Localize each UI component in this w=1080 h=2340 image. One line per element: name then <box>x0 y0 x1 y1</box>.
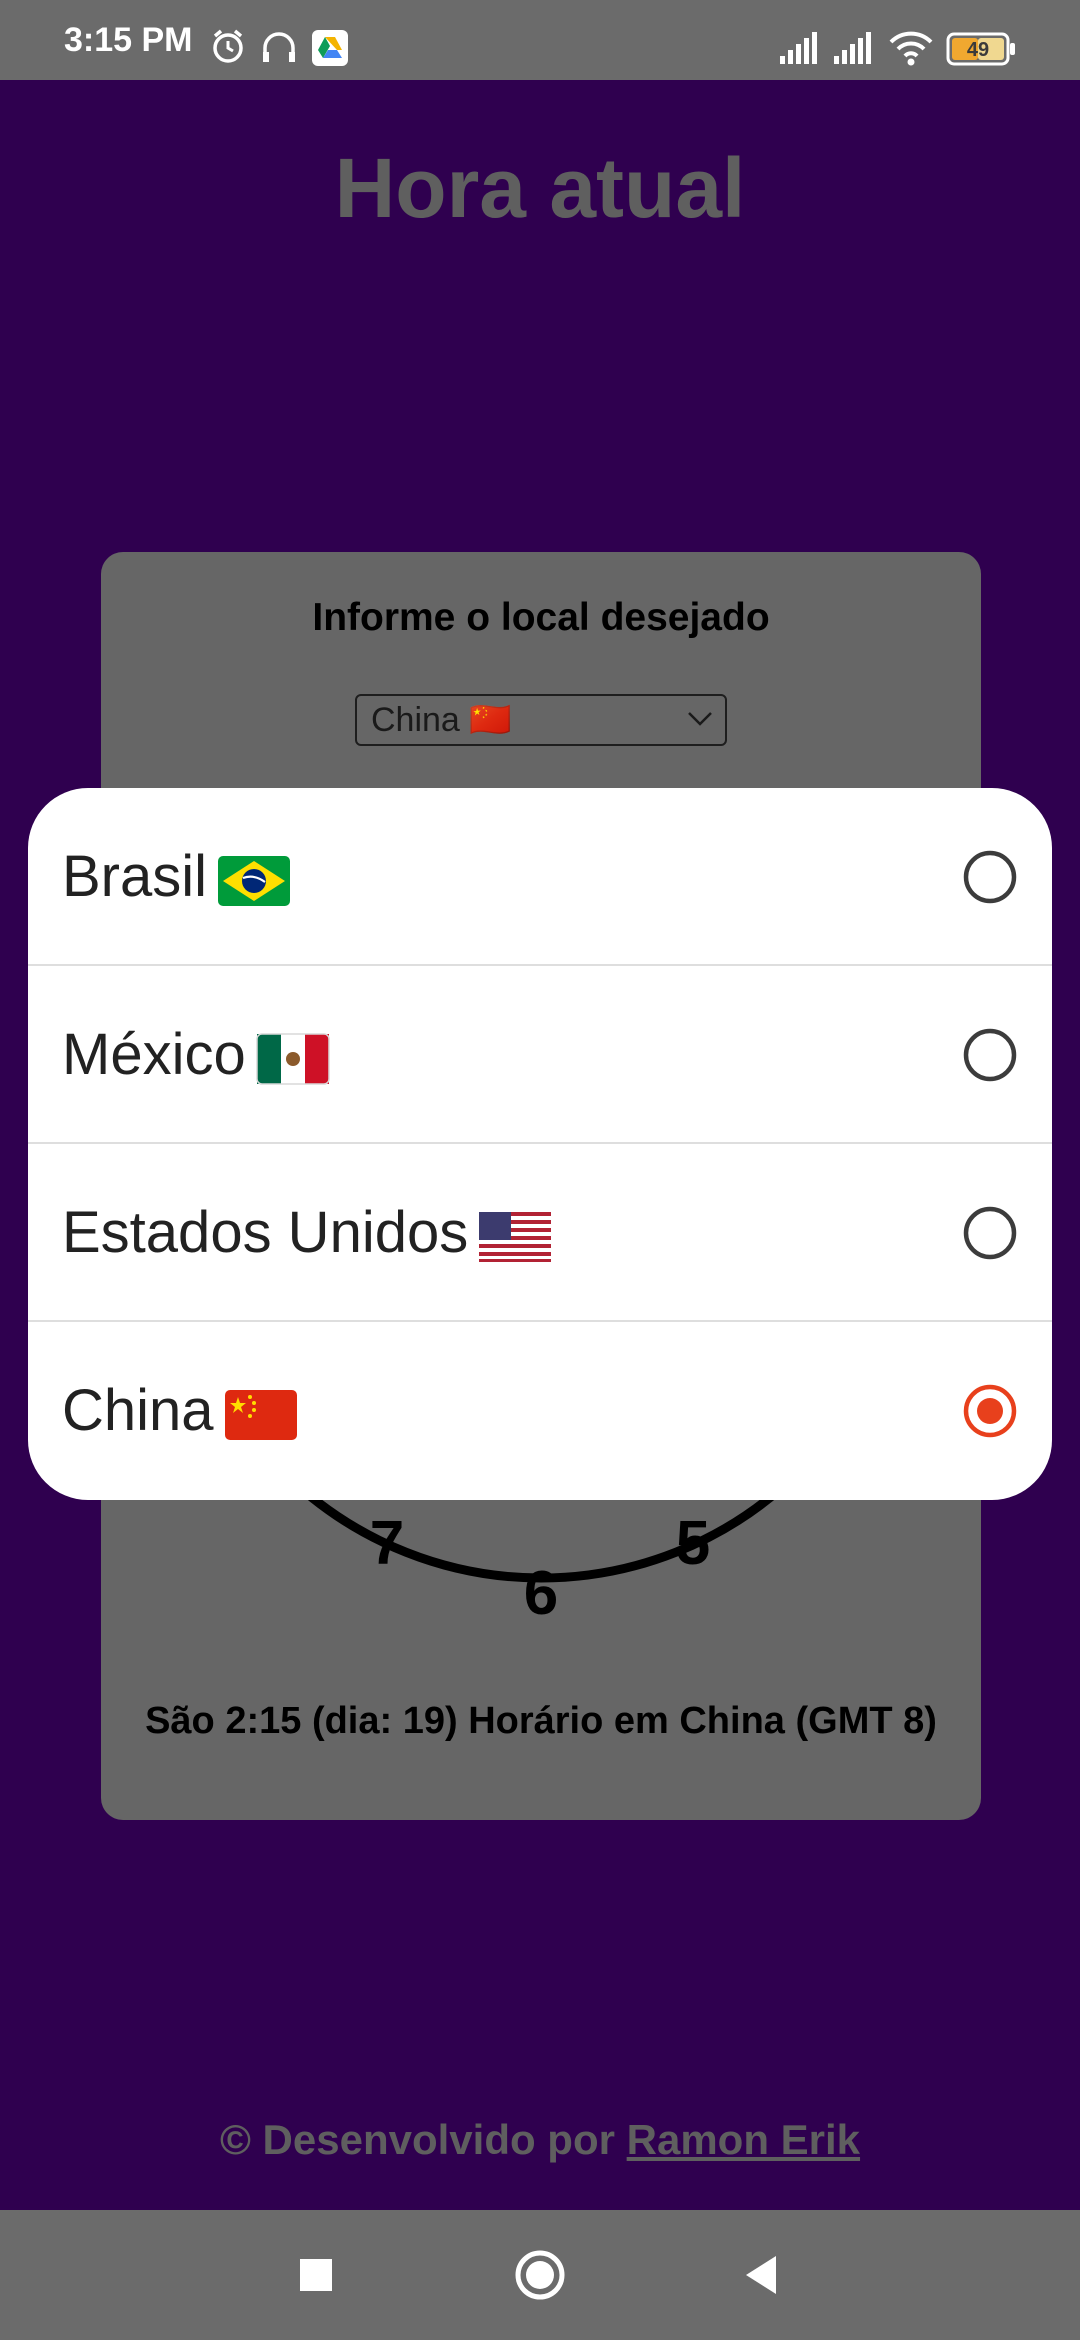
current-time-text: São 2:15 (dia: 19) Horário em China (GMT… <box>145 1700 937 1742</box>
option-label: México <box>62 966 330 1144</box>
china-flag-icon <box>224 1389 297 1440</box>
option-china[interactable]: China <box>28 1322 1052 1500</box>
country-picker-dialog: Brasil México Estados Unidos China <box>28 788 1052 1500</box>
alarm-icon <box>213 29 243 63</box>
clock-number: 5 <box>676 1509 710 1578</box>
drive-icon <box>312 30 348 66</box>
headphones-icon <box>263 32 295 62</box>
radio-unselected-icon[interactable] <box>962 1027 1018 1083</box>
wifi-icon <box>889 31 933 66</box>
status-bar: 3:15 PM 49 <box>0 0 1080 80</box>
page-title: Hora atual <box>334 141 746 235</box>
author-link[interactable]: Ramon Erik <box>627 2116 860 2163</box>
battery-icon: 49 <box>946 32 1015 66</box>
mexico-flag-icon <box>255 1032 330 1085</box>
option-estados-unidos[interactable]: Estados Unidos <box>28 1144 1052 1322</box>
option-mexico[interactable]: México <box>28 966 1052 1144</box>
signal-icon <box>834 32 871 64</box>
clock-number: 7 <box>370 1509 404 1578</box>
usa-flag-icon <box>479 1211 552 1262</box>
option-label: China <box>62 1322 298 1500</box>
signal-icon <box>780 32 817 64</box>
option-label: Estados Unidos <box>62 1144 552 1322</box>
radio-selected-icon[interactable] <box>962 1383 1018 1439</box>
back-triangle-icon[interactable] <box>692 2210 832 2340</box>
status-time: 3:15 PM <box>64 21 193 59</box>
option-brasil[interactable]: Brasil <box>28 788 1052 966</box>
option-label: Brasil <box>62 788 291 966</box>
brazil-flag-icon <box>218 855 291 906</box>
radio-unselected-icon[interactable] <box>962 1205 1018 1261</box>
radio-unselected-icon[interactable] <box>962 849 1018 905</box>
navigation-bar <box>0 2210 1080 2340</box>
recents-square-icon[interactable] <box>246 2210 386 2340</box>
clock-number: 6 <box>524 1559 558 1628</box>
home-circle-icon[interactable] <box>470 2210 610 2340</box>
credit-text: © Desenvolvido por Ramon Erik <box>0 2116 1080 2164</box>
battery-level: 49 <box>967 39 989 61</box>
credit-prefix: © Desenvolvido por <box>219 2116 627 2163</box>
